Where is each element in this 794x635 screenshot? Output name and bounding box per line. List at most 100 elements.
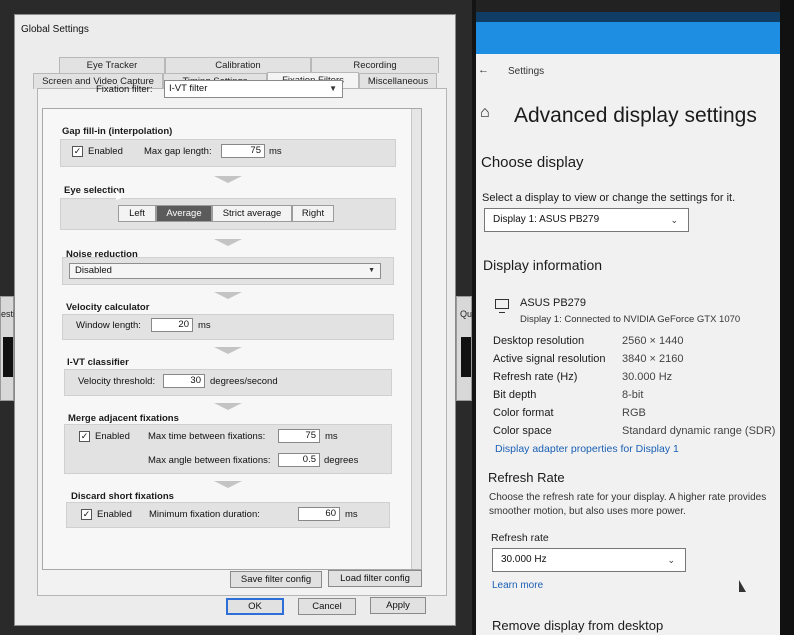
flow-arrow-icon [214,176,242,183]
chevron-down-icon: ▼ [329,84,337,93]
cancel-button[interactable]: Cancel [298,598,356,615]
info-value: Standard dynamic range (SDR) [622,425,776,437]
fixation-filter-value: I-VT filter [169,83,208,94]
photo-collage: estio Qu Global Settings Eye Tracker Cal… [0,0,794,635]
remove-display-heading: Remove display from desktop [492,618,664,633]
max-gap-input[interactable]: 75 [221,144,265,158]
refresh-rate-value: 30.000 Hz [501,554,547,565]
info-value: RGB [622,407,646,419]
velocity-threshold-unit: degrees/second [210,376,278,387]
page-title: Advanced display settings [514,104,757,127]
refresh-rate-field-label: Refresh rate [491,532,549,544]
tab-miscellaneous[interactable]: Miscellaneous [359,73,437,89]
dialog-title: Global Settings [21,24,89,35]
eye-option-average[interactable]: Average [156,205,212,222]
windows-display-settings-photo: ← Settings ⌂ Advanced display settings C… [476,0,794,635]
fixation-filter-label: Fixation filter: [96,84,153,95]
choose-display-heading: Choose display [481,154,584,171]
mouse-pointer-icon [739,580,746,592]
mouse-pointer-icon [116,188,122,200]
gap-fill-title: Gap fill-in (interpolation) [62,126,173,137]
max-time-label: Max time between fixations: [148,431,266,442]
max-time-input[interactable]: 75 [278,429,320,443]
tab-calibration[interactable]: Calibration [165,57,311,73]
display-select[interactable]: Display 1: ASUS PB279 ⌄ [484,208,689,232]
noise-reduction-select[interactable]: Disabled ▼ [69,263,381,279]
gap-fill-enabled-checkbox[interactable]: ✓ [72,146,83,157]
info-value: 3840 × 2160 [622,353,684,365]
monitor-icon [495,299,509,313]
chevron-down-icon: ⌄ [670,215,678,225]
window-length-unit: ms [198,320,211,331]
max-time-unit: ms [325,431,338,442]
info-value: 2560 × 1440 [622,335,684,347]
chevron-down-icon: ⌄ [667,555,675,565]
chevron-down-icon: ▼ [368,267,375,274]
max-angle-unit: degrees [324,455,359,466]
refresh-rate-description: Choose the refresh rate for your display… [489,492,767,503]
refresh-rate-heading: Refresh Rate [488,470,565,485]
info-value: 8-bit [622,389,644,401]
background-window-right-label: Qu [460,309,472,319]
tab-recording[interactable]: Recording [311,57,439,73]
info-label: Desktop resolution [493,335,585,347]
merge-enabled-label: Enabled [95,431,130,442]
eye-option-strict-average[interactable]: Strict average [212,205,292,222]
discard-enabled-checkbox[interactable]: ✓ [81,509,92,520]
scrollbar[interactable] [411,109,421,569]
background-window-right: Qu [456,296,472,401]
window-length-label: Window length: [76,320,141,331]
merge-enabled-checkbox[interactable]: ✓ [79,431,90,442]
fixation-filter-select[interactable]: I-VT filter ▼ [164,80,343,98]
velocity-calculator-title: Velocity calculator [66,302,150,313]
apply-button[interactable]: Apply [370,597,426,614]
display-select-value: Display 1: ASUS PB279 [493,214,600,225]
window-length-input[interactable]: 20 [151,318,193,332]
min-duration-input[interactable]: 60 [298,507,340,521]
flow-arrow-icon [214,403,242,410]
flow-arrow-icon [214,347,242,354]
max-gap-unit: ms [269,146,282,157]
info-label: Color space [493,425,552,437]
settings-back-label[interactable]: Settings [508,66,544,77]
flow-arrow-icon [214,481,242,488]
home-icon[interactable]: ⌂ [480,104,490,122]
eye-option-right[interactable]: Right [292,205,334,222]
info-label: Active signal resolution [493,353,606,365]
info-label: Refresh rate (Hz) [493,371,578,383]
min-duration-label: Minimum fixation duration: [149,509,260,520]
info-label: Bit depth [493,389,537,401]
ok-button[interactable]: OK [226,598,284,615]
back-arrow-icon[interactable]: ← [478,64,489,76]
refresh-rate-select[interactable]: 30.000 Hz ⌄ [492,548,686,572]
max-angle-input[interactable]: 0.5 [278,453,320,467]
gap-fill-enabled-label: Enabled [88,146,123,157]
background-window-left: estio [0,296,20,401]
global-settings-photo: estio Qu Global Settings Eye Tracker Cal… [0,0,472,635]
merge-fixations-title: Merge adjacent fixations [68,413,179,424]
velocity-threshold-label: Velocity threshold: [78,376,156,387]
display-adapter-link[interactable]: Display adapter properties for Display 1 [495,443,679,455]
monitor-connection: Display 1: Connected to NVIDIA GeForce G… [520,314,741,325]
noise-reduction-value: Disabled [75,265,112,276]
info-value: 30.000 Hz [622,371,673,383]
flow-arrow-icon [214,239,242,246]
flow-arrow-icon [214,292,242,299]
refresh-rate-description: smoother motion, but also uses more powe… [489,506,686,517]
ivt-classifier-title: I-VT classifier [67,357,129,368]
choose-display-prompt: Select a display to view or change the s… [482,192,736,204]
display-information-heading: Display information [483,257,603,273]
tab-eye-tracker[interactable]: Eye Tracker [59,57,165,73]
discard-fixations-title: Discard short fixations [71,491,174,502]
min-duration-unit: ms [345,509,358,520]
discard-enabled-label: Enabled [97,509,132,520]
max-angle-label: Max angle between fixations: [148,455,271,466]
learn-more-link[interactable]: Learn more [492,580,543,591]
monitor-name: ASUS PB279 [520,297,587,309]
eye-option-left[interactable]: Left [118,205,156,222]
load-filter-config-button[interactable]: Load filter config [328,570,422,587]
max-gap-label: Max gap length: [144,146,212,157]
info-label: Color format [493,407,554,419]
velocity-threshold-input[interactable]: 30 [163,374,205,388]
save-filter-config-button[interactable]: Save filter config [230,571,322,588]
